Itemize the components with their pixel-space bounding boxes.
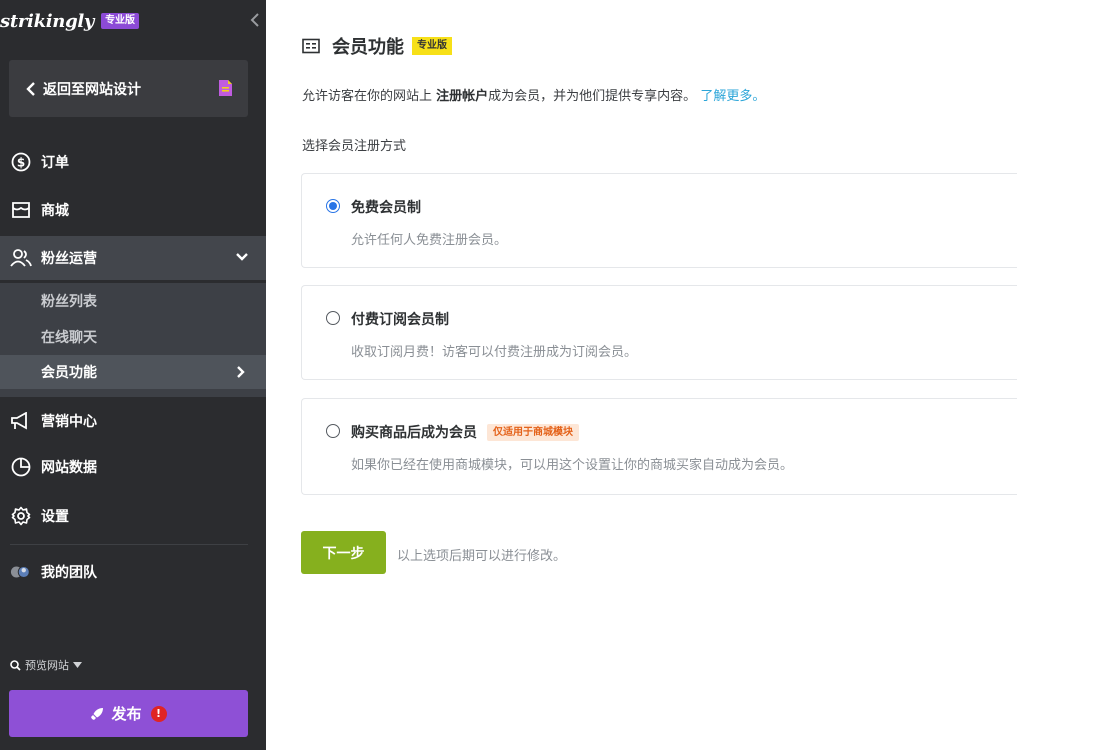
sidebar-item-store[interactable]: 商城 <box>0 188 266 232</box>
option-title-text: 免费会员制 <box>351 200 421 216</box>
megaphone-icon <box>10 410 32 432</box>
svg-text:$: $ <box>17 156 25 170</box>
fans-submenu: 粉丝列表 在线聊天 会员功能 <box>0 283 266 397</box>
subitem-label: 会员功能 <box>41 365 97 381</box>
desc-bold: 注册帐户 <box>436 89 489 104</box>
subitem-label: 在线聊天 <box>41 330 97 346</box>
pie-chart-icon <box>10 456 32 478</box>
brand: strikingly 专业版 <box>0 9 140 33</box>
option-title-text: 付费订阅会员制 <box>351 312 449 328</box>
option-description: 允许任何人免费注册会员。 <box>351 233 508 248</box>
pro-badge: 专业版 <box>412 37 452 55</box>
desc-suffix: 成为会员，并为他们提供专享内容。 <box>488 89 697 104</box>
gear-icon <box>10 505 32 527</box>
chevron-down-icon <box>236 253 248 261</box>
learn-more-link[interactable]: 了解更多。 <box>700 89 765 104</box>
back-to-site-design-button[interactable]: 返回至网站设计 <box>9 60 248 117</box>
sidebar-item-marketing[interactable]: 营销中心 <box>0 399 266 443</box>
option-paid-subscription[interactable]: 付费订阅会员制 收取订阅月费！访客可以付费注册成为订阅会员。 <box>301 285 1017 380</box>
preview-site-dropdown[interactable]: 预览网站 <box>10 656 82 674</box>
page-description: 允许访客在你的网站上 注册帐户成为会员，并为他们提供专享内容。 了解更多。 <box>302 85 765 104</box>
sidebar-divider <box>10 544 248 545</box>
sidebar-item-label: 订单 <box>41 155 69 171</box>
sidebar-item-label: 商城 <box>41 203 69 219</box>
sidebar-item-team[interactable]: 我的团队 <box>0 550 266 594</box>
subitem-label: 粉丝列表 <box>41 294 97 310</box>
fans-icon <box>10 247 32 269</box>
store-only-badge: 仅适用于商城模块 <box>487 423 579 441</box>
radio-button[interactable] <box>326 311 340 325</box>
sidebar-item-orders[interactable]: $ 订单 <box>0 140 266 184</box>
strikingly-logo[interactable]: strikingly <box>0 11 94 32</box>
option-title-text: 购买商品后成为会员 <box>351 425 477 441</box>
search-icon <box>10 659 21 671</box>
sidebar-subitem-membership[interactable]: 会员功能 <box>0 355 266 389</box>
chevron-right-icon <box>237 366 245 378</box>
alert-badge: ! <box>150 705 167 722</box>
sidebar-item-analytics[interactable]: 网站数据 <box>0 445 266 489</box>
preview-site-label: 预览网站 <box>25 659 69 672</box>
main-content: 会员功能 专业版 允许访客在你的网站上 注册帐户成为会员，并为他们提供专享内容。… <box>266 0 1101 750</box>
sidebar-subitem-fan-list[interactable]: 粉丝列表 <box>0 284 266 318</box>
store-icon <box>10 199 32 221</box>
option-free-membership[interactable]: 免费会员制 允许任何人免费注册会员。 <box>301 173 1017 268</box>
sidebar-subitem-live-chat[interactable]: 在线聊天 <box>0 320 266 354</box>
back-button-label: 返回至网站设计 <box>43 81 141 98</box>
pro-badge: 专业版 <box>101 13 140 29</box>
publish-button[interactable]: 发布 ! <box>9 690 248 737</box>
page-title: 会员功能 <box>332 37 404 58</box>
page-icon <box>219 80 232 96</box>
sidebar: strikingly 专业版 返回至网站设计 $ 订单 商城 粉丝运营 粉丝列表… <box>0 0 266 750</box>
option-title: 免费会员制 <box>351 197 421 217</box>
caret-down-icon <box>73 662 82 668</box>
desc-prefix: 允许访客在你的网站上 <box>302 89 437 104</box>
sidebar-item-label: 网站数据 <box>41 460 97 476</box>
membership-card-icon <box>302 38 320 54</box>
next-step-button[interactable]: 下一步 <box>301 531 386 574</box>
option-description: 如果你已经在使用商城模块，可以用这个设置让你的商城买家自动成为会员。 <box>351 458 794 473</box>
next-step-hint: 以上选项后期可以进行修改。 <box>397 549 567 564</box>
dollar-circle-icon: $ <box>10 151 32 173</box>
rocket-icon <box>91 707 104 720</box>
option-title: 付费订阅会员制 <box>351 309 449 329</box>
collapse-sidebar-icon[interactable] <box>248 12 262 28</box>
option-purchase-membership[interactable]: 购买商品后成为会员 仅适用于商城模块 如果你已经在使用商城模块，可以用这个设置让你… <box>301 398 1017 495</box>
option-description: 收取订阅月费！访客可以付费注册成为订阅会员。 <box>351 345 638 360</box>
page-header: 会员功能 专业版 <box>302 33 452 59</box>
chevron-left-icon <box>26 81 35 96</box>
option-title: 购买商品后成为会员 仅适用于商城模块 <box>351 422 579 442</box>
sidebar-item-label: 设置 <box>41 509 69 525</box>
sidebar-item-label: 营销中心 <box>41 414 97 430</box>
publish-label: 发布 <box>111 705 142 723</box>
sidebar-item-fans[interactable]: 粉丝运营 <box>0 236 266 280</box>
sidebar-item-label: 粉丝运营 <box>41 251 97 267</box>
team-avatars-icon <box>10 561 32 583</box>
section-label: 选择会员注册方式 <box>302 139 407 154</box>
radio-button[interactable] <box>326 199 340 213</box>
radio-button[interactable] <box>326 424 340 438</box>
sidebar-item-label: 我的团队 <box>41 565 97 581</box>
sidebar-item-settings[interactable]: 设置 <box>0 494 266 538</box>
